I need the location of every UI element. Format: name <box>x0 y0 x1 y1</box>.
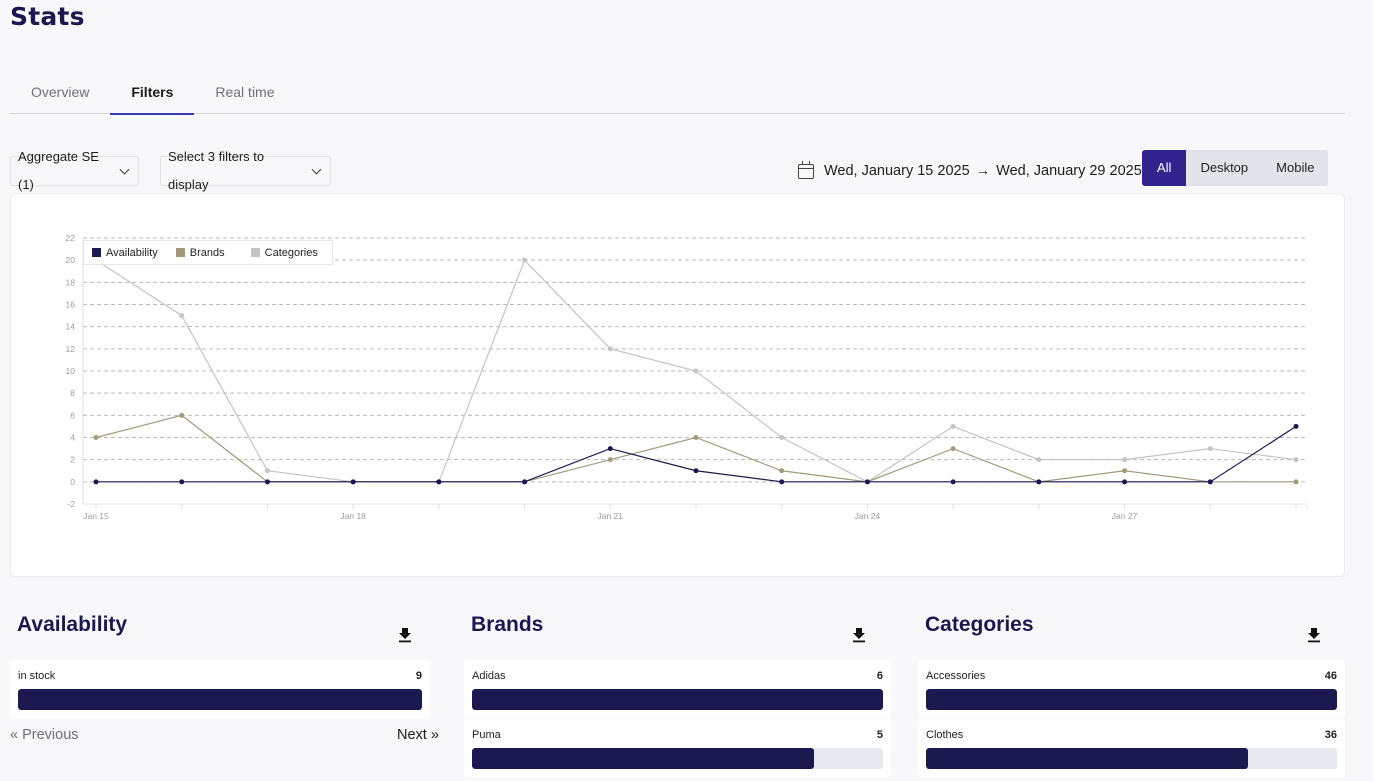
data-point-availability <box>350 479 356 485</box>
chart-legend: Availability Brands Categories <box>83 240 333 265</box>
data-point-categories <box>1207 446 1213 452</box>
data-point-availability <box>93 479 99 485</box>
list-item: Clothes 36 <box>918 719 1345 777</box>
y-tick-label: 18 <box>66 277 76 287</box>
item-label: Clothes <box>926 729 964 741</box>
data-point-availability <box>436 479 442 485</box>
download-icon[interactable] <box>398 627 412 643</box>
data-point-availability <box>1122 479 1128 485</box>
progress-bar-fill <box>472 689 883 710</box>
x-tick-label: Jan 15 <box>83 511 109 521</box>
series-line-availability <box>96 425 1297 483</box>
data-point-availability <box>1207 479 1213 485</box>
data-point-brands <box>693 435 699 440</box>
data-point-categories <box>1122 457 1128 463</box>
data-point-categories <box>522 257 528 263</box>
y-tick-label: 4 <box>70 433 75 443</box>
data-point-brands <box>1122 468 1128 474</box>
y-tick-label: 14 <box>66 322 76 332</box>
progress-bar <box>18 689 422 710</box>
item-label: Puma <box>472 729 501 741</box>
progress-bar-fill <box>472 748 815 769</box>
data-point-categories <box>607 346 613 352</box>
legend-label: Categories <box>264 246 318 259</box>
data-point-categories <box>1036 457 1042 463</box>
progress-bar <box>472 748 883 769</box>
data-point-availability <box>522 479 528 485</box>
data-point-availability <box>179 479 185 485</box>
y-tick-label: 12 <box>66 344 76 354</box>
progress-bar-fill <box>18 689 422 710</box>
item-label: in stock <box>18 670 56 682</box>
progress-bar <box>472 689 883 710</box>
panel-title: Availability <box>17 613 128 636</box>
list-item: Adidas 6 <box>464 660 891 718</box>
data-point-availability <box>1036 479 1042 485</box>
data-point-availability <box>264 479 270 485</box>
data-point-availability <box>693 468 699 474</box>
data-point-brands <box>607 457 613 463</box>
panel-title: Brands <box>471 613 544 636</box>
y-tick-label: 8 <box>70 388 75 398</box>
y-tick-label: 2 <box>70 455 75 465</box>
x-tick-label: Jan 24 <box>855 511 881 521</box>
data-point-brands <box>779 468 785 474</box>
item-label: Accessories <box>926 670 986 682</box>
data-point-brands <box>93 435 99 440</box>
legend-item-availability[interactable]: Availability <box>92 247 158 259</box>
data-point-brands <box>179 412 185 418</box>
item-value: 6 <box>876 670 883 682</box>
progress-bar-fill <box>926 748 1248 769</box>
data-point-brands <box>950 446 956 452</box>
previous-page-link[interactable]: « Previous <box>10 727 79 743</box>
data-point-categories <box>779 435 785 440</box>
progress-bar <box>926 689 1337 710</box>
list-item: in stock 9 <box>10 660 430 718</box>
item-label: Adidas <box>472 670 506 682</box>
progress-bar-fill <box>926 689 1337 710</box>
progress-bar <box>926 748 1337 769</box>
item-value: 36 <box>1324 729 1337 741</box>
legend-item-brands[interactable]: Brands <box>175 246 225 259</box>
panel-title: Categories <box>925 613 1034 636</box>
y-tick-label: 6 <box>70 410 75 420</box>
list-item: Puma 5 <box>464 719 891 777</box>
data-point-availability <box>1293 423 1299 429</box>
download-icon[interactable] <box>852 627 866 643</box>
legend-swatch-availability <box>92 248 101 257</box>
legend-swatch-brands <box>175 248 185 257</box>
download-icon[interactable] <box>1307 627 1321 643</box>
legend-label: Availability <box>106 246 158 259</box>
y-tick-label: 22 <box>66 233 76 243</box>
data-point-categories <box>179 313 185 319</box>
x-tick-label: Jan 27 <box>1112 511 1138 521</box>
data-point-categories <box>1293 457 1299 463</box>
x-tick-label: Jan 18 <box>340 511 366 521</box>
item-value: 5 <box>876 729 883 741</box>
data-point-availability <box>950 479 956 485</box>
legend-item-categories[interactable]: Categories <box>250 246 318 259</box>
data-point-categories <box>264 468 270 474</box>
data-point-categories <box>950 423 956 429</box>
data-point-availability <box>607 446 613 452</box>
data-point-brands <box>1293 479 1299 485</box>
y-tick-label: 10 <box>66 366 76 376</box>
item-value: 46 <box>1324 670 1337 682</box>
data-point-availability <box>779 479 785 485</box>
item-value: 9 <box>415 670 422 682</box>
y-tick-label: 0 <box>70 477 75 487</box>
legend-label: Brands <box>189 246 225 259</box>
legend-swatch-categories <box>250 248 260 257</box>
y-tick-label: -2 <box>67 499 75 509</box>
x-tick-label: Jan 21 <box>598 511 624 521</box>
y-tick-label: 16 <box>66 300 76 310</box>
data-point-categories <box>693 368 699 374</box>
next-page-link[interactable]: Next » <box>397 727 439 743</box>
y-tick-label: 20 <box>66 255 76 265</box>
data-point-availability <box>864 479 870 485</box>
list-item: Accessories 46 <box>918 660 1345 718</box>
